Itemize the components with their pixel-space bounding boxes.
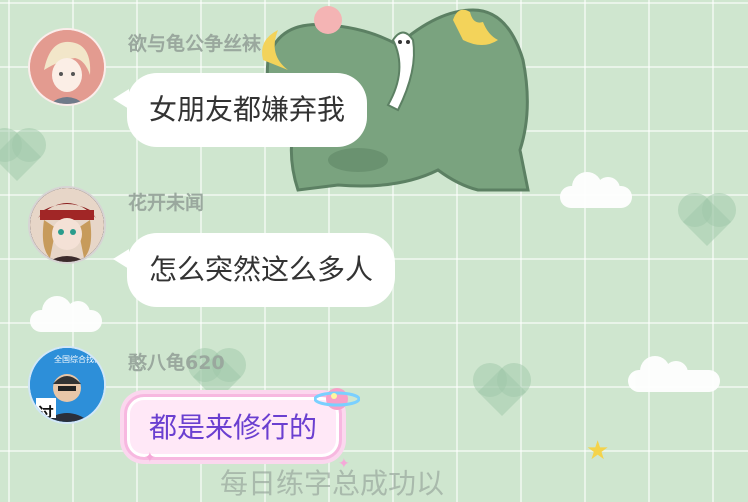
sender-name: 花开未闻 [128, 192, 205, 214]
avatar-logo-text: 全国综合找商 [54, 355, 102, 364]
partial-message-text: 每日练字总成功以 [220, 467, 445, 500]
star-icon: ★ [586, 436, 610, 466]
message-bubble[interactable]: 女朋友都嫌弃我 [112, 73, 368, 147]
sparkle-icon: ✦ [144, 450, 156, 466]
planet-icon [314, 388, 360, 410]
avatar-image [30, 188, 104, 262]
heart-decoration [0, 132, 42, 182]
user-avatar[interactable] [28, 186, 106, 264]
cloud-decoration [628, 356, 720, 392]
sender-name: 憨八龟620 [128, 352, 225, 374]
message-bubble[interactable]: 怎么突然这么多人 [112, 233, 396, 307]
user-avatar[interactable]: 全国综合找商 过 [28, 346, 106, 424]
sender-name: 欲与龟公争丝袜 [128, 33, 262, 55]
cloud-decoration [560, 172, 632, 208]
heart-decoration [682, 197, 732, 247]
cloud-decoration [30, 296, 102, 332]
message-bubble[interactable]: 都是来修行的 [124, 394, 343, 460]
user-avatar[interactable] [28, 28, 106, 106]
avatar-image [30, 30, 104, 104]
heart-decoration [477, 367, 527, 417]
avatar-caption: 过 [38, 404, 55, 423]
